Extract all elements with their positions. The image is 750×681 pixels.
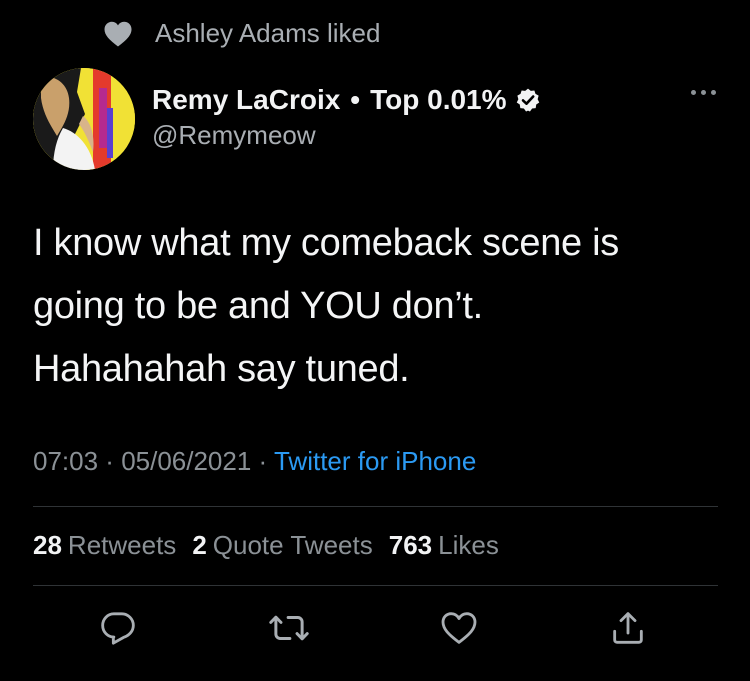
retweet-button[interactable] [267,606,311,650]
user-handle[interactable]: @Remymeow [152,120,541,151]
like-icon [439,608,479,648]
likes-count: 763 [388,530,433,560]
tweet-meta: 07:03 · 05/06/2021 · Twitter for iPhone [33,446,476,477]
heart-icon [103,20,133,47]
reply-icon [98,608,138,648]
name-badge-text: Top 0.01% [370,84,507,115]
retweet-icon [268,607,310,649]
tweet-line: I know what my comeback scene is [33,222,619,264]
like-button[interactable] [437,606,481,650]
tweet-time[interactable]: 07:03 [33,446,98,476]
share-button[interactable] [606,606,650,650]
quote-tweets-stat[interactable]: 2 Quote Tweets [192,530,372,561]
display-name[interactable]: Remy LaCroix [152,84,340,116]
likes-label: Likes [438,530,499,560]
divider [33,506,718,507]
tweet-line: going to be and YOU don’t. [33,285,483,327]
tweet-date[interactable]: 05/06/2021 [121,446,251,476]
author-line: Remy LaCroix • Top 0.01% [152,84,541,116]
meta-separator: · [251,446,274,476]
quote-tweets-label: Quote Tweets [212,530,373,560]
action-bar [0,606,750,656]
avatar[interactable] [33,68,135,170]
retweets-label: Retweets [67,530,177,560]
verified-badge-icon [515,87,541,113]
name-separator: • [350,84,361,115]
likes-stat[interactable]: 763 Likes [389,530,499,561]
more-options-icon[interactable] [691,90,716,95]
retweets-stat[interactable]: 28 Retweets [33,530,176,561]
divider [33,585,718,586]
social-context-text: Ashley Adams liked [155,18,381,48]
meta-separator: · [98,446,122,476]
tweet-text: I know what my comeback scene is going t… [33,212,723,401]
social-context[interactable]: Ashley Adams liked [103,18,380,49]
tweet-stats: 28 Retweets 2 Quote Tweets 763 Likes [33,530,499,561]
retweets-count: 28 [33,530,62,560]
tweet-line: Hahahahah say tuned. [33,348,410,390]
tweet-source-link[interactable]: Twitter for iPhone [274,446,476,476]
share-icon [608,608,648,648]
author-block[interactable]: Remy LaCroix • Top 0.01% @Remymeow [152,84,541,151]
tweet-detail-page: Ashley Adams liked Remy LaCroix • Top 0.… [0,0,750,681]
reply-button[interactable] [96,606,140,650]
quote-tweets-count: 2 [192,530,207,560]
